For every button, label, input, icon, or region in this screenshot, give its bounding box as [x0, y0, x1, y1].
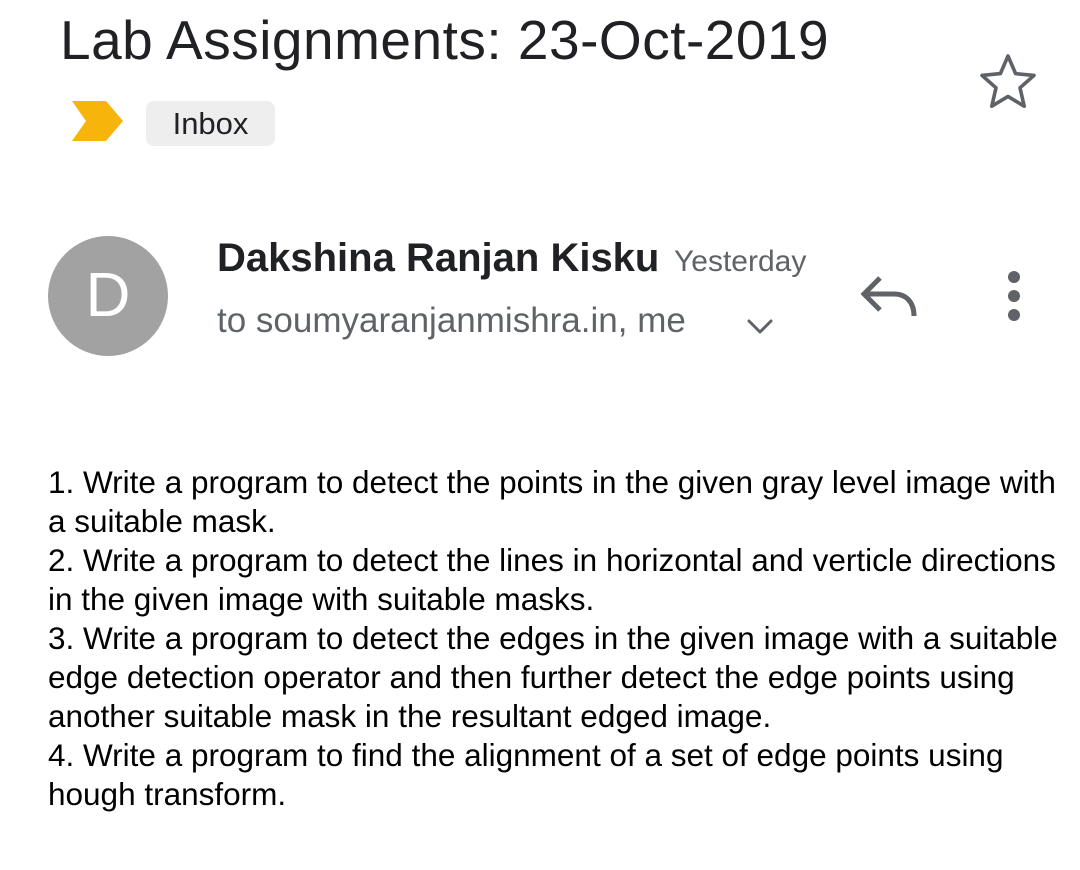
message-time: Yesterday [674, 245, 807, 278]
recipients-line[interactable]: to soumyaranjanmishra.in, me [217, 299, 686, 343]
reply-icon[interactable] [858, 270, 920, 322]
star-icon[interactable] [976, 50, 1040, 114]
email-subject: Lab Assignments: 23-Oct-2019 [60, 9, 830, 71]
importance-marker-icon[interactable] [70, 100, 124, 142]
chevron-down-icon[interactable] [745, 316, 775, 336]
message-body: 1. Write a program to detect the points … [48, 463, 1058, 814]
sender-name: Dakshina Ranjan Kisku [217, 236, 660, 280]
sender-avatar[interactable]: D [48, 236, 168, 356]
body-paragraph: 3. Write a program to detect the edges i… [48, 620, 1058, 734]
body-paragraph: 4. Write a program to find the alignment… [48, 737, 1004, 812]
label-chip-inbox[interactable]: Inbox [146, 101, 275, 146]
body-paragraph: 1. Write a program to detect the points … [48, 464, 1056, 539]
body-paragraph: 2. Write a program to detect the lines i… [48, 542, 1056, 617]
more-vert-icon[interactable] [1000, 268, 1028, 324]
